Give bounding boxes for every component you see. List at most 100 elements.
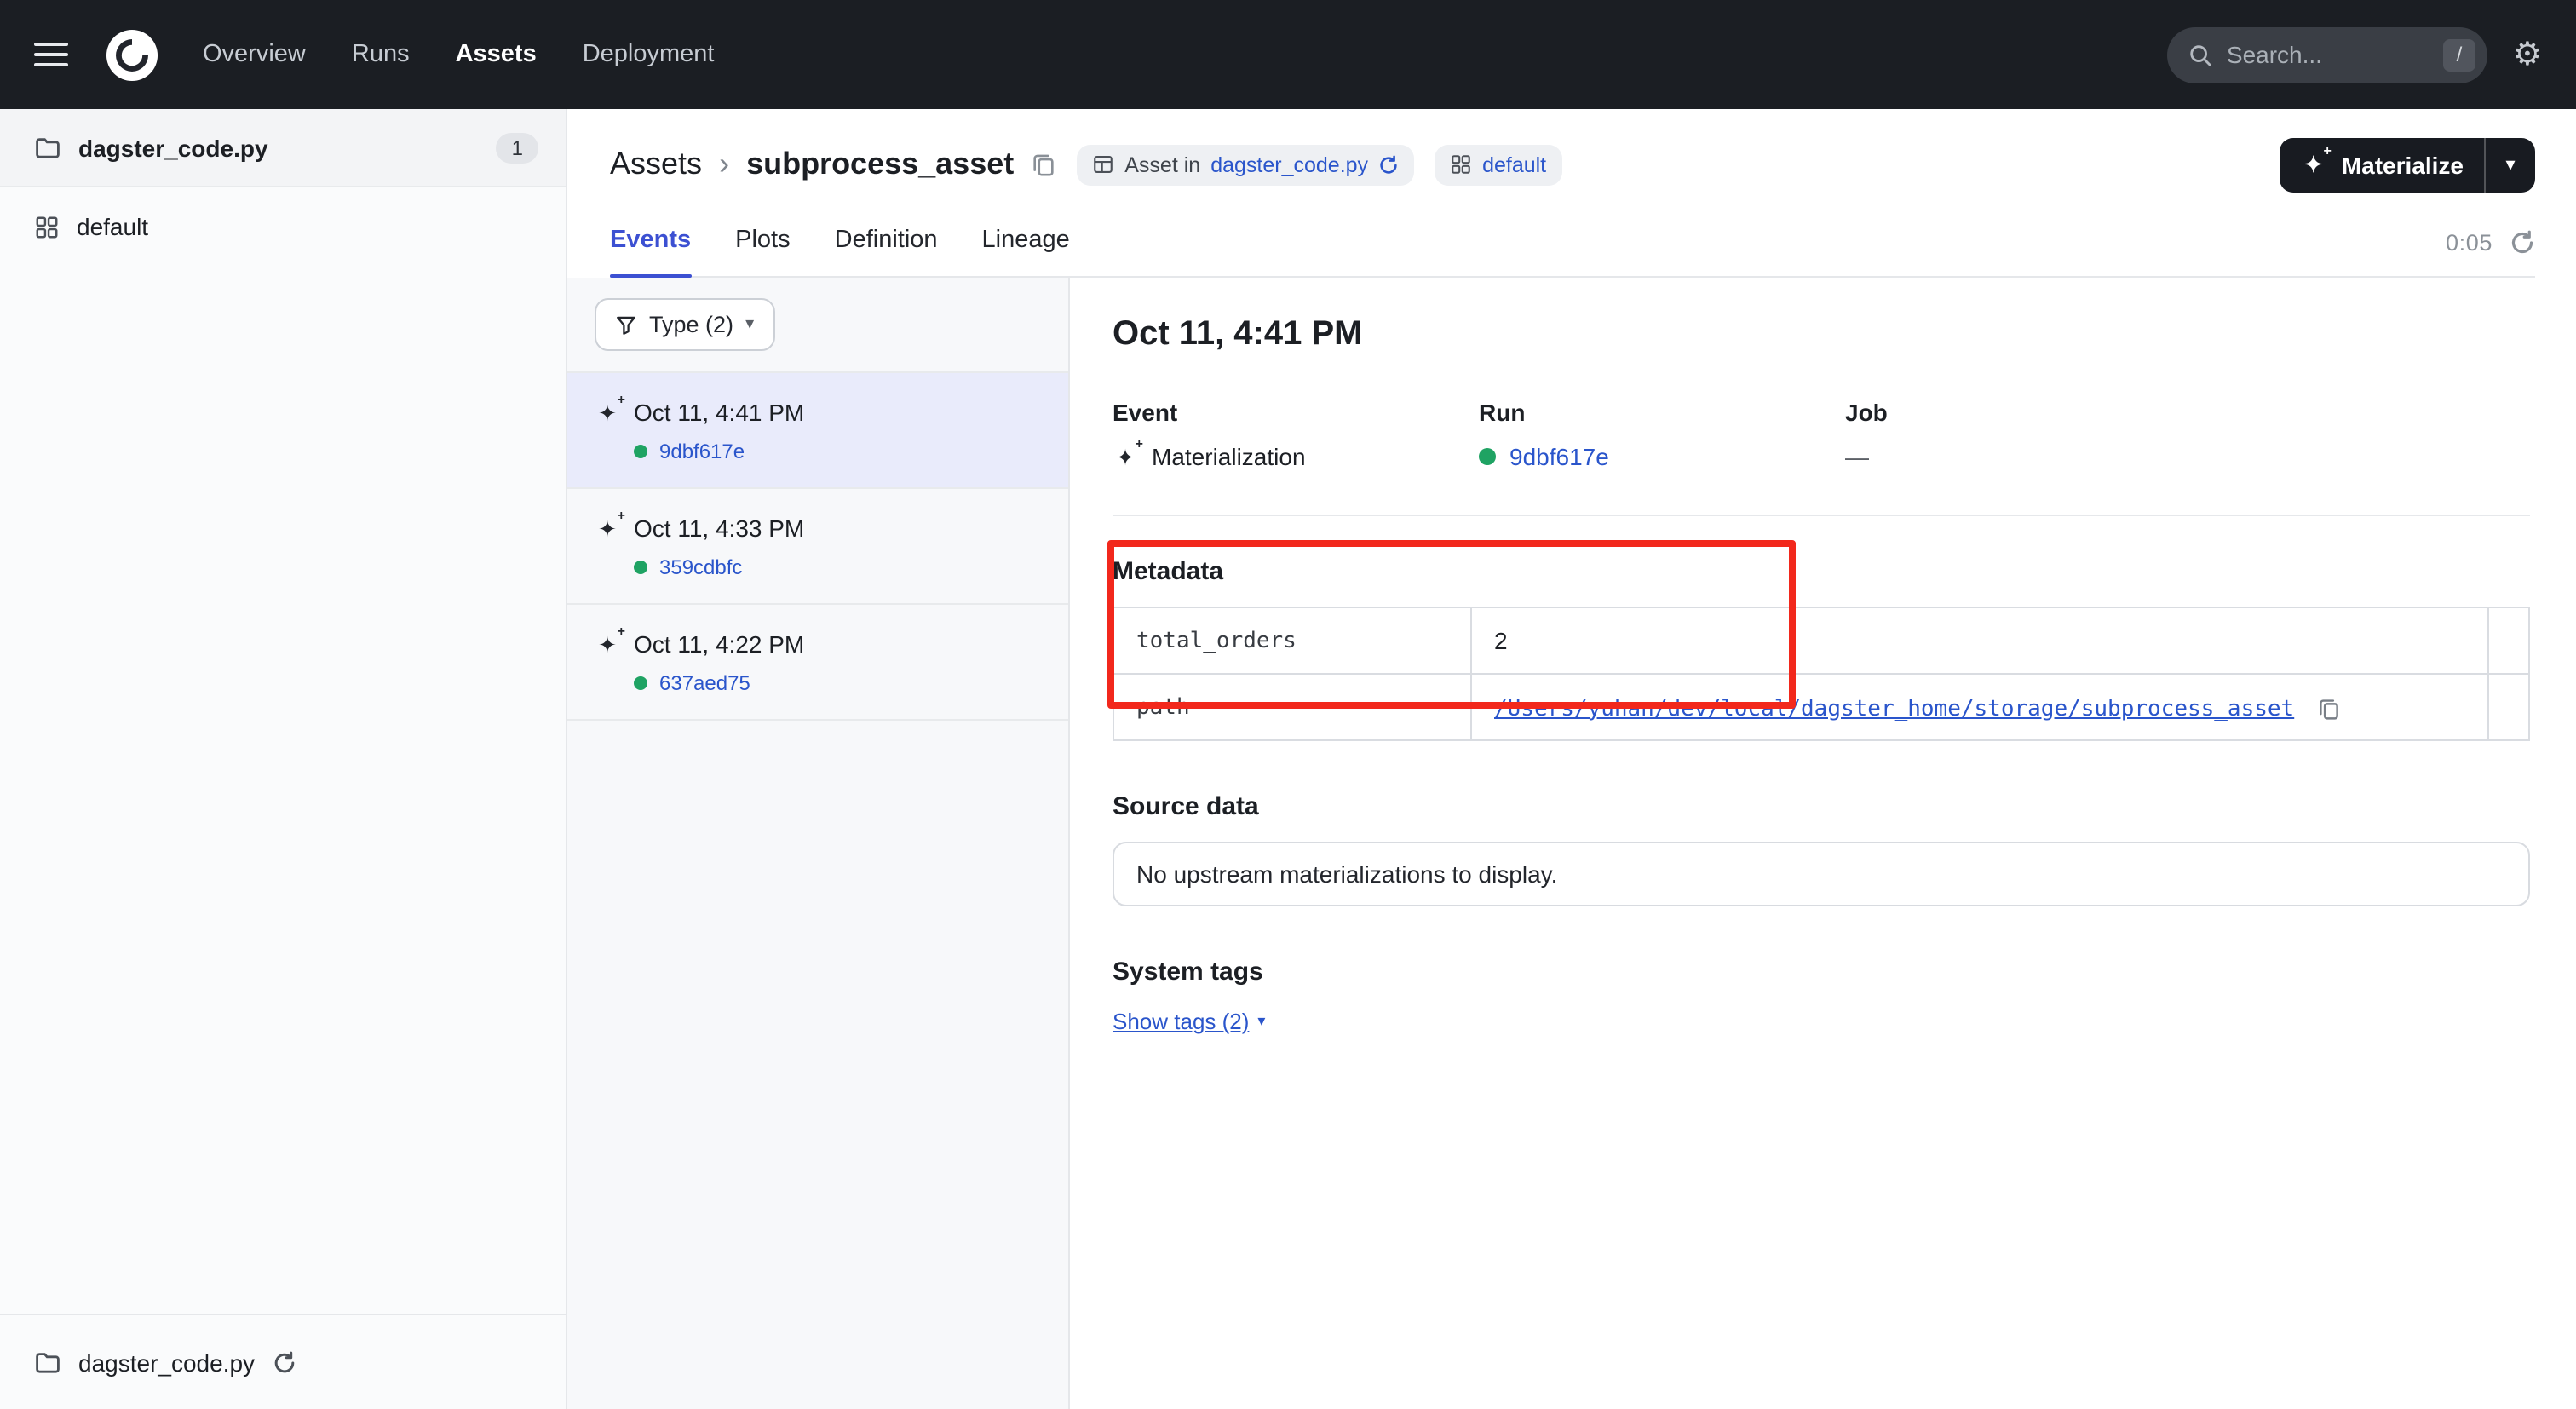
materialization-icon: ✦+ [595, 517, 620, 539]
nav-runs[interactable]: Runs [352, 41, 410, 68]
run-status-dot [634, 561, 647, 574]
nav-assets[interactable]: Assets [456, 41, 537, 68]
event-row[interactable]: ✦+ Oct 11, 4:41 PM 9dbf617e [567, 373, 1068, 489]
tab-events[interactable]: Events [610, 216, 691, 276]
folder-icon [34, 134, 61, 161]
event-time: Oct 11, 4:33 PM [634, 515, 804, 542]
search-shortcut-key: / [2443, 38, 2475, 71]
empty-state-message: No upstream materializations to display. [1113, 842, 2530, 906]
tag-prefix: Asset in [1124, 152, 1200, 176]
dagster-logo[interactable] [106, 28, 158, 81]
metadata-extra-cell [2488, 674, 2529, 740]
chevron-down-icon: ▾ [745, 315, 754, 334]
nav-deployment[interactable]: Deployment [583, 41, 715, 68]
show-tags-toggle[interactable]: Show tags (2) ▾ [1113, 1009, 1265, 1034]
page-header: Assets › subprocess_asset Asset in dagst… [567, 109, 2576, 278]
footer-code-location-name: dagster_code.py [78, 1349, 255, 1376]
field-job: Job — [1845, 399, 2211, 470]
dagster-app: Overview Runs Assets Deployment / ⚙ dags… [0, 0, 2576, 1409]
settings-gear-button[interactable]: ⚙ [2513, 38, 2542, 71]
event-detail-panel: Oct 11, 4:41 PM Event ✦+ Materialization… [1070, 278, 2576, 1409]
event-detail-title: Oct 11, 4:41 PM [1113, 315, 2530, 354]
folder-icon [34, 1349, 61, 1376]
run-link[interactable]: 9dbf617e [1509, 443, 1609, 470]
field-event: Event ✦+ Materialization [1113, 399, 1479, 470]
chevron-down-icon: ▾ [2505, 155, 2515, 175]
global-search[interactable]: / [2167, 26, 2487, 83]
run-status-dot [1479, 448, 1496, 465]
hamburger-icon [34, 43, 68, 46]
filter-funnel-icon [615, 313, 637, 336]
field-run: Run 9dbf617e [1479, 399, 1845, 470]
metadata-extra-cell [2488, 607, 2529, 674]
materialize-button[interactable]: ✦+ Materialize [2280, 137, 2484, 192]
event-summary-fields: Event ✦+ Materialization Run 9dbf617e [1113, 399, 2530, 470]
metadata-table: total_orders 2 path /Users/yuhan/dev/loc… [1113, 607, 2530, 741]
event-time: Oct 11, 4:22 PM [634, 630, 804, 658]
hamburger-menu-button[interactable] [34, 36, 68, 73]
search-input[interactable] [2227, 41, 2429, 68]
table-icon [1092, 153, 1114, 175]
sidebar-group-default-row[interactable]: default [0, 187, 566, 266]
asset-name-title: subprocess_asset [746, 147, 1014, 182]
tab-definition[interactable]: Definition [835, 216, 938, 276]
materialization-icon: ✦+ [595, 401, 620, 423]
divider [1113, 515, 2530, 516]
filter-label: Type (2) [649, 312, 733, 337]
code-location-link[interactable]: dagster_code.py [1210, 152, 1368, 176]
refresh-timer: 0:05 [2446, 230, 2493, 256]
filter-bar: Type (2) ▾ [567, 278, 1068, 373]
type-filter-button[interactable]: Type (2) ▾ [595, 298, 774, 351]
tab-plots[interactable]: Plots [735, 216, 791, 276]
sidebar-footer-row[interactable]: dagster_code.py [0, 1314, 566, 1409]
sidebar-code-location-row[interactable]: dagster_code.py 1 [0, 109, 566, 187]
nav-overview[interactable]: Overview [203, 41, 306, 68]
materialize-dropdown-button[interactable]: ▾ [2484, 137, 2535, 192]
primary-nav: Overview Runs Assets Deployment [203, 41, 714, 68]
event-row[interactable]: ✦+ Oct 11, 4:22 PM 637aed75 [567, 605, 1068, 721]
field-value-text: — [1845, 443, 1869, 470]
metadata-section: Metadata total_orders 2 path /Users/yuha… [1113, 557, 2530, 741]
refresh-icon[interactable] [2510, 230, 2535, 256]
show-tags-label: Show tags (2) [1113, 1009, 1249, 1034]
code-location-name: dagster_code.py [78, 134, 268, 161]
metadata-key: path [1113, 674, 1471, 740]
event-time: Oct 11, 4:41 PM [634, 399, 804, 426]
path-link[interactable]: /Users/yuhan/dev/local/dagster_home/stor… [1494, 696, 2294, 722]
grid-icon [1450, 153, 1472, 175]
source-data-section: Source data No upstream materializations… [1113, 792, 2530, 906]
breadcrumb-separator: › [719, 147, 729, 182]
search-icon [2188, 42, 2213, 67]
system-tags-section: System tags Show tags (2) ▾ [1113, 958, 2530, 1038]
copy-icon[interactable] [2316, 697, 2340, 721]
asset-group-icon [34, 214, 60, 239]
reload-icon[interactable] [1378, 154, 1399, 175]
source-data-heading: Source data [1113, 792, 2530, 821]
reload-location-icon[interactable] [272, 1350, 296, 1374]
materialize-icon: ✦+ [2301, 153, 2326, 175]
group-tag: default [1435, 144, 1561, 185]
materialize-split-button: ✦+ Materialize ▾ [2280, 137, 2535, 192]
group-link[interactable]: default [1482, 152, 1546, 176]
breadcrumb-assets-link[interactable]: Assets [610, 147, 702, 182]
copy-asset-name-button[interactable] [1031, 152, 1056, 177]
metadata-row: total_orders 2 [1113, 607, 2529, 674]
run-status-dot [634, 445, 647, 458]
field-label: Event [1113, 399, 1479, 426]
field-value-text: Materialization [1152, 443, 1306, 470]
metadata-value: /Users/yuhan/dev/local/dagster_home/stor… [1471, 674, 2488, 740]
topnav-right: / ⚙ [2167, 26, 2542, 83]
run-link[interactable]: 9dbf617e [659, 440, 745, 463]
main-content: Assets › subprocess_asset Asset in dagst… [567, 109, 2576, 1409]
breadcrumb: Assets › subprocess_asset Asset in dagst… [610, 136, 2535, 193]
run-link[interactable]: 359cdbfc [659, 555, 742, 579]
field-label: Run [1479, 399, 1845, 426]
top-nav-bar: Overview Runs Assets Deployment / ⚙ [0, 0, 2576, 109]
run-status-dot [634, 676, 647, 690]
event-row[interactable]: ✦+ Oct 11, 4:33 PM 359cdbfc [567, 489, 1068, 605]
caret-down-icon: ▾ [1257, 1012, 1265, 1031]
asset-groups-sidebar: dagster_code.py 1 default dagster_code.p… [0, 109, 567, 1409]
run-link[interactable]: 637aed75 [659, 671, 750, 695]
metadata-row: path /Users/yuhan/dev/local/dagster_home… [1113, 674, 2529, 740]
tab-lineage[interactable]: Lineage [982, 216, 1070, 276]
